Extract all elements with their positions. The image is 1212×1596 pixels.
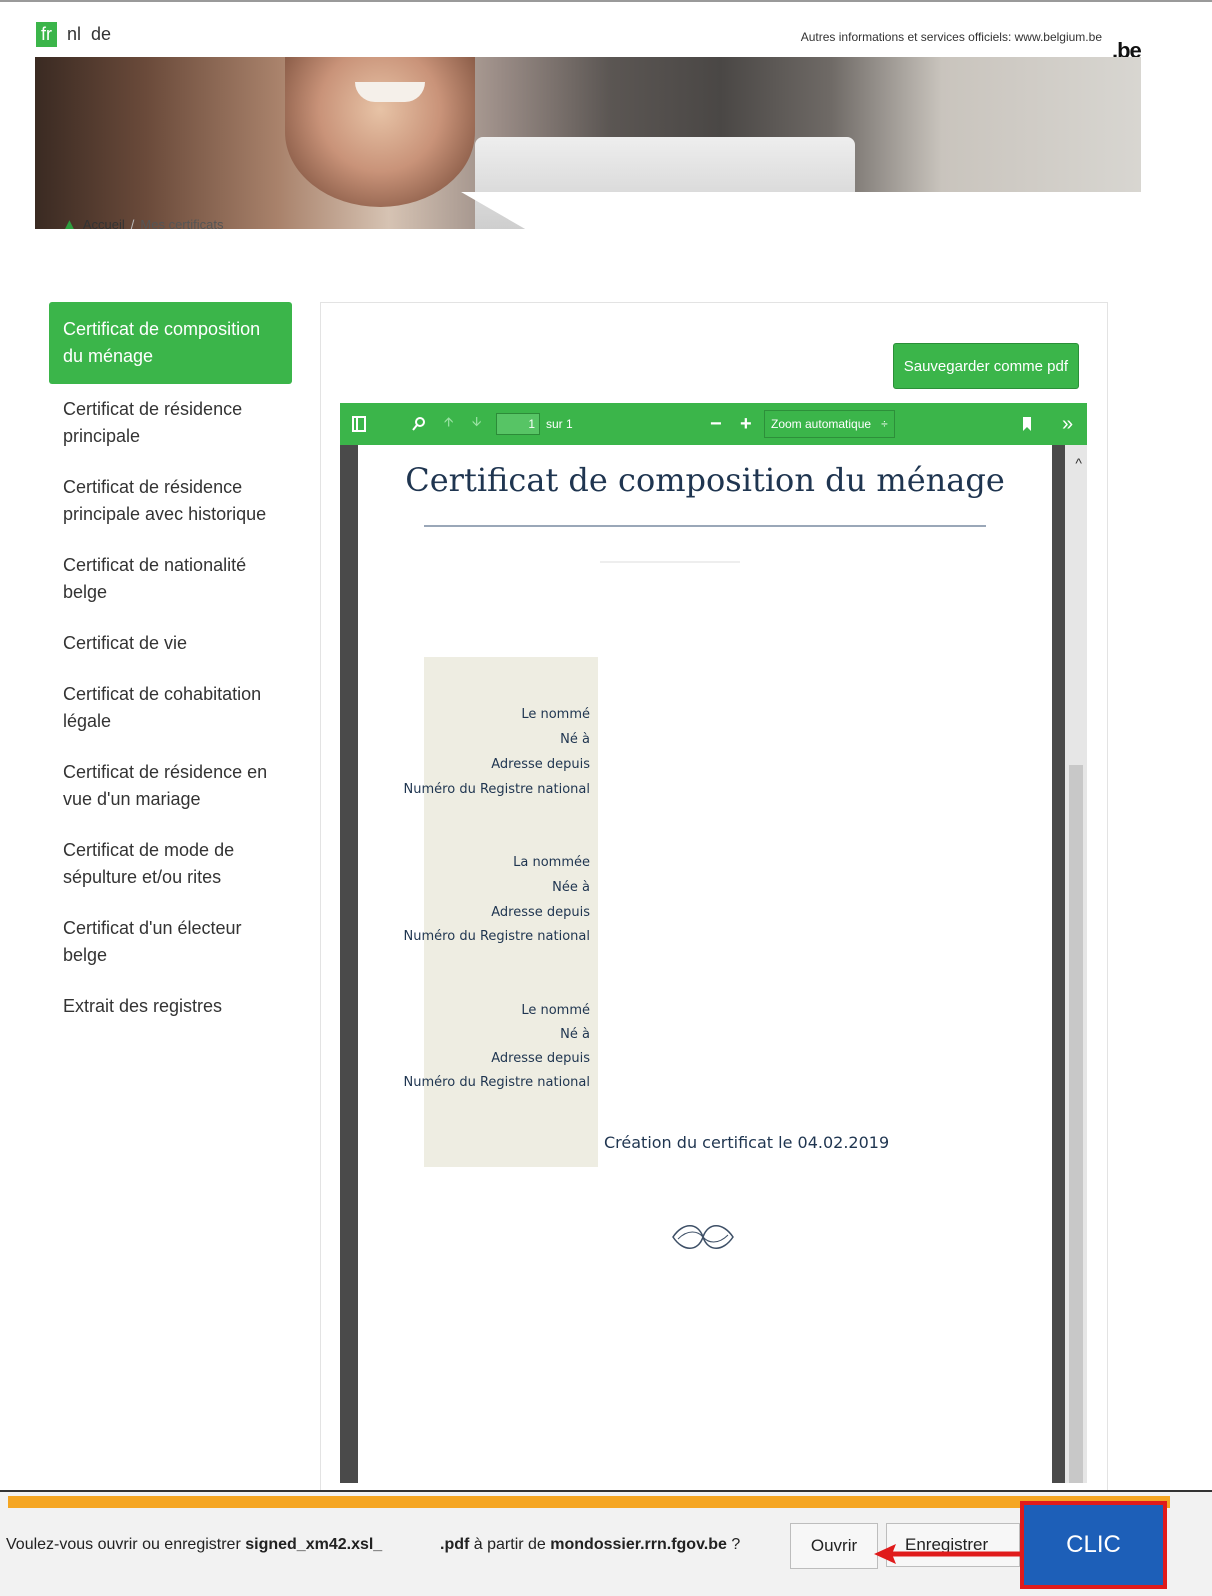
lang-fr[interactable]: fr (36, 22, 57, 47)
pdf-toolbar: 🡩 🡫 1 sur 1 − + Zoom automatique ÷ » (340, 403, 1087, 445)
person-3-name-label: Le nommé (521, 1003, 590, 1018)
breadcrumb-home[interactable]: Accueil (83, 217, 125, 232)
person-1-address-label: Adresse depuis (491, 757, 590, 772)
person-1-name-label: Le nommé (521, 707, 590, 722)
prompt-middle: à partir de (469, 1536, 551, 1553)
save-as-pdf-button[interactable]: Sauvegarder comme pdf (892, 343, 1079, 389)
hero-face-image (285, 57, 475, 207)
faint-text-line (600, 561, 740, 563)
sidebar-item-residence-mariage[interactable]: Certificat de résidence en vue d'un mari… (49, 747, 292, 825)
filename-end: .pdf (440, 1536, 470, 1553)
next-page-icon[interactable]: 🡫 (472, 403, 481, 445)
title-divider (424, 525, 986, 527)
document-title: Certificat de composition du ménage (405, 461, 1005, 499)
sidebar-item-residence-principale[interactable]: Certificat de résidence principale (49, 384, 292, 462)
pdf-page: Certificat de composition du ménage Le n… (358, 445, 1052, 1483)
official-services-link[interactable]: Autres informations et services officiel… (801, 30, 1102, 44)
person-1-rn-label: Numéro du Registre national (403, 782, 590, 797)
bookmark-icon[interactable] (1022, 403, 1032, 445)
home-icon[interactable]: ▲ (62, 216, 77, 233)
download-prompt-end: .pdf à partir de mondossier.rrn.fgov.be … (440, 1536, 740, 1554)
page-number-input[interactable]: 1 (496, 413, 540, 435)
language-switcher: fr nl de (36, 22, 111, 47)
ornament-icon (672, 1225, 734, 1249)
person-3-address-label: Adresse depuis (491, 1051, 590, 1066)
sidebar-item-cohabitation-legale[interactable]: Certificat de cohabitation légale (49, 669, 292, 747)
sidebar-item-residence-historique[interactable]: Certificat de résidence principale avec … (49, 462, 292, 540)
download-domain: mondossier.rrn.fgov.be (550, 1536, 727, 1553)
person-3-birth-label: Né à (560, 1027, 590, 1042)
person-2-birth-label: Née à (552, 880, 590, 895)
pdf-scrollbar[interactable] (1065, 445, 1087, 1483)
breadcrumb: ▲ Accueil / Mes certificats (62, 216, 223, 233)
filename-start: signed_xm42.xsl_ (245, 1536, 383, 1553)
breadcrumb-current: Mes certificats (140, 217, 224, 232)
hero-diagonal-cut (461, 192, 1141, 229)
certificate-sidebar: Certificat de composition du ménage Cert… (49, 302, 292, 1032)
zoom-out-button[interactable]: − (710, 403, 722, 445)
hero-smile (355, 82, 425, 102)
pdf-scroll-thumb[interactable] (1069, 765, 1083, 1483)
search-icon[interactable] (412, 403, 426, 445)
open-button[interactable]: Ouvrir (790, 1523, 878, 1569)
person-1-birth-label: Né à (560, 732, 590, 747)
person-3-rn-label: Numéro du Registre national (403, 1075, 590, 1090)
person-2-address-label: Adresse depuis (491, 905, 590, 920)
download-prompt: Voulez-vous ouvrir ou enregistrer signed… (6, 1536, 382, 1554)
top-border (0, 0, 1212, 2)
sidebar-item-electeur-belge[interactable]: Certificat d'un électeur belge (49, 903, 292, 981)
zoom-select[interactable]: Zoom automatique ÷ (764, 410, 895, 438)
creation-date: Création du certificat le 04.02.2019 (604, 1133, 890, 1152)
sidebar-item-sepulture[interactable]: Certificat de mode de sépulture et/ou ri… (49, 825, 292, 903)
scroll-up-icon[interactable]: ^ (1075, 455, 1082, 471)
download-progress-stripe (8, 1496, 1170, 1508)
lang-de[interactable]: de (91, 24, 111, 45)
prompt-end: ? (726, 1536, 741, 1553)
sidebar-toggle-icon[interactable] (352, 403, 366, 445)
zoom-in-button[interactable]: + (740, 403, 752, 445)
sidebar-item-extrait-registres[interactable]: Extrait des registres (49, 981, 292, 1032)
lang-nl[interactable]: nl (67, 24, 81, 45)
pdf-viewer: 🡩 🡫 1 sur 1 − + Zoom automatique ÷ » Cer… (340, 403, 1087, 1483)
sidebar-item-vie[interactable]: Certificat de vie (49, 618, 292, 669)
person-2-rn-label: Numéro du Registre national (403, 929, 590, 944)
more-tools-button[interactable]: » (1062, 403, 1073, 445)
page-total: sur 1 (546, 417, 573, 431)
zoom-select-value: Zoom automatique (771, 417, 872, 431)
label-column: Le nommé Né à Adresse depuis Numéro du R… (404, 657, 598, 1167)
sidebar-item-nationalite-belge[interactable]: Certificat de nationalité belge (49, 540, 292, 618)
red-arrow-icon (874, 1544, 1020, 1564)
prompt-start: Voulez-vous ouvrir ou enregistrer (6, 1536, 246, 1553)
clic-annotation: CLIC (1020, 1501, 1167, 1589)
person-2-name-label: La nommée (513, 855, 590, 870)
sidebar-item-composition-menage[interactable]: Certificat de composition du ménage (49, 302, 292, 384)
chevron-down-icon: ÷ (881, 417, 888, 431)
previous-page-icon[interactable]: 🡩 (444, 403, 453, 445)
breadcrumb-separator: / (130, 217, 135, 232)
hero-banner (35, 57, 1141, 229)
